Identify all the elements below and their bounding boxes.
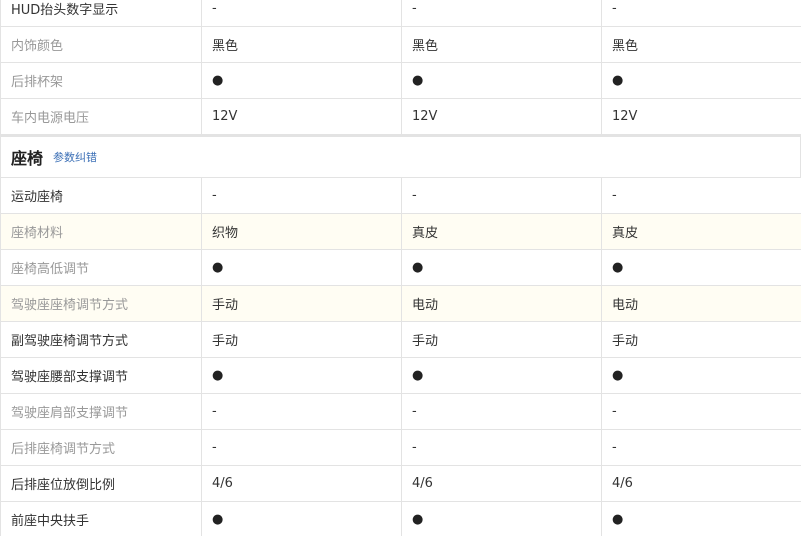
row-value: - (201, 177, 402, 214)
row-value: 手动 (401, 321, 602, 358)
row-value: - (201, 393, 402, 430)
row-value: - (401, 393, 602, 430)
table-row: 座椅高低调节 ● ● ● (0, 249, 801, 286)
seat-section-header: 座椅 参数纠错 (0, 135, 801, 177)
row-label: 驾驶座腰部支撑调节 (0, 357, 202, 394)
row-label: 后排座位放倒比例 (0, 465, 202, 502)
row-label: 前座中央扶手 (0, 501, 202, 536)
section-title: 座椅 (11, 149, 44, 168)
param-correction-link[interactable]: 参数纠错 (53, 149, 97, 165)
row-label: 内饰颜色 (0, 26, 202, 63)
row-value: 真皮 (601, 213, 801, 250)
standard-feature-dot: ● (401, 357, 602, 394)
row-value: 黑色 (601, 26, 801, 63)
row-value: - (201, 0, 402, 27)
table-row: 后排杯架 ● ● ● (0, 62, 801, 99)
row-value: 手动 (201, 321, 402, 358)
row-label: 驾驶座座椅调节方式 (0, 285, 202, 322)
row-label: 后排座椅调节方式 (0, 429, 202, 466)
standard-feature-dot: ● (201, 249, 402, 286)
table-row: 座椅材料 织物 真皮 真皮 (0, 213, 801, 250)
standard-feature-dot: ● (601, 357, 801, 394)
standard-feature-dot: ● (401, 501, 602, 536)
row-value: 4/6 (201, 465, 402, 502)
standard-feature-dot: ● (601, 249, 801, 286)
row-label: HUD抬头数字显示 (0, 0, 202, 27)
table-row: 车内电源电压 12V 12V 12V (0, 98, 801, 135)
row-value: - (401, 429, 602, 466)
standard-feature-dot: ● (601, 62, 801, 99)
row-value: - (201, 429, 402, 466)
row-value: 12V (401, 98, 602, 135)
row-value: 电动 (401, 285, 602, 322)
row-label: 副驾驶座椅调节方式 (0, 321, 202, 358)
row-value: - (401, 0, 602, 27)
row-value: 12V (601, 98, 801, 135)
spec-page: HUD抬头数字显示 - - - 内饰颜色 黑色 黑色 黑色 后排杯架 ● ● ● 车内电源电压 12V 12… (0, 0, 801, 536)
row-value: - (601, 177, 801, 214)
row-value: 黑色 (401, 26, 602, 63)
row-label: 驾驶座肩部支撑调节 (0, 393, 202, 430)
row-value: - (401, 177, 602, 214)
table-row: 运动座椅 - - - (0, 177, 801, 214)
interior-spec-table: HUD抬头数字显示 - - - 内饰颜色 黑色 黑色 黑色 后排杯架 ● ● ● 车内电源电压 12V 12… (0, 0, 801, 135)
row-value: 手动 (601, 321, 801, 358)
table-row: 驾驶座肩部支撑调节 - - - (0, 393, 801, 430)
row-value: 12V (201, 98, 402, 135)
standard-feature-dot: ● (201, 62, 402, 99)
table-row: 副驾驶座椅调节方式 手动 手动 手动 (0, 321, 801, 358)
table-row: 后排座位放倒比例 4/6 4/6 4/6 (0, 465, 801, 502)
standard-feature-dot: ● (401, 62, 602, 99)
table-row: 前座中央扶手 ● ● ● (0, 501, 801, 536)
standard-feature-dot: ● (601, 501, 801, 536)
standard-feature-dot: ● (201, 501, 402, 536)
row-label: 运动座椅 (0, 177, 202, 214)
table-row: 驾驶座座椅调节方式 手动 电动 电动 (0, 285, 801, 322)
row-label: 座椅材料 (0, 213, 202, 250)
row-value: 4/6 (401, 465, 602, 502)
seat-spec-table: 运动座椅 - - - 座椅材料 织物 真皮 真皮 座椅高低调节 ● ● ● 驾驶座座椅调节方式 手动 电动电… (0, 177, 801, 536)
row-value: 电动 (601, 285, 801, 322)
row-value: 4/6 (601, 465, 801, 502)
table-row: HUD抬头数字显示 - - - (0, 0, 801, 27)
row-value: - (601, 0, 801, 27)
table-row: 内饰颜色 黑色 黑色 黑色 (0, 26, 801, 63)
table-row: 驾驶座腰部支撑调节 ● ● ● (0, 357, 801, 394)
row-label: 后排杯架 (0, 62, 202, 99)
table-row: 后排座椅调节方式 - - - (0, 429, 801, 466)
row-value: 织物 (201, 213, 402, 250)
row-value: - (601, 393, 801, 430)
row-label: 车内电源电压 (0, 98, 202, 135)
standard-feature-dot: ● (201, 357, 402, 394)
row-label: 座椅高低调节 (0, 249, 202, 286)
row-value: - (601, 429, 801, 466)
row-value: 真皮 (401, 213, 602, 250)
row-value: 黑色 (201, 26, 402, 63)
standard-feature-dot: ● (401, 249, 602, 286)
row-value: 手动 (201, 285, 402, 322)
